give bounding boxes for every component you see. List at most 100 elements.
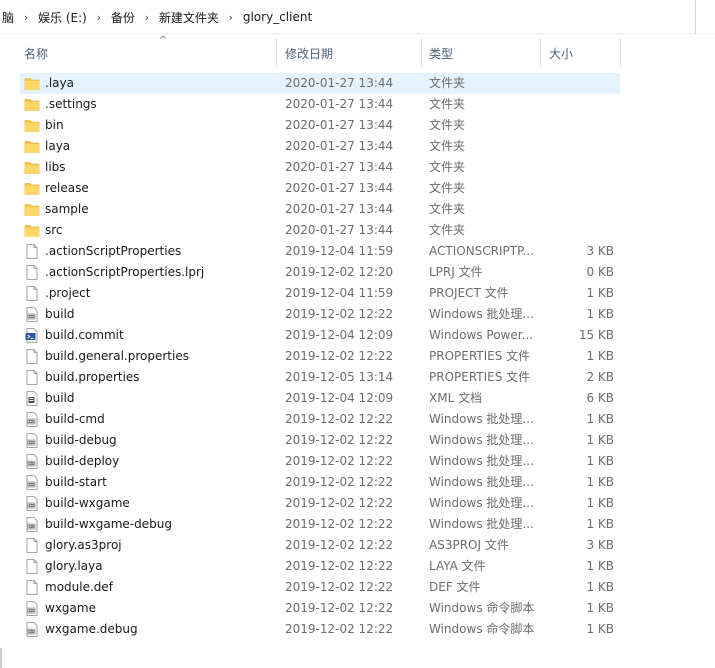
file-name: build.commit <box>45 328 124 342</box>
folder-icon <box>24 138 40 155</box>
file-row[interactable]: .project 2019-12-04 11:59 PROJECT 文件 1 KB <box>20 283 620 304</box>
file-row[interactable]: bin 2020-01-27 13:44 文件夹 <box>20 115 620 136</box>
file-row[interactable]: build 2019-12-02 12:22 Windows 批处理... 1 KB <box>20 304 620 325</box>
file-type: Windows 批处理... <box>429 412 534 426</box>
file-size: 3 KB <box>586 538 614 552</box>
file-row[interactable]: .settings 2020-01-27 13:44 文件夹 <box>20 94 620 115</box>
file-modified-date: 2019-12-02 12:22 <box>285 475 394 489</box>
file-row[interactable]: build.properties 2019-12-05 13:14 PROPERTI… <box>20 367 620 388</box>
file-type: 文件夹 <box>429 97 466 111</box>
file-row[interactable]: build-wxgame-debug 2019-12-02 12:22 Window… <box>20 514 620 535</box>
file-name: build-wxgame <box>45 496 130 510</box>
file-size: 1 KB <box>586 454 614 468</box>
file-row[interactable]: sample 2020-01-27 13:44 文件夹 <box>20 199 620 220</box>
file-row[interactable]: build.commit 2019-12-04 12:09 Windows Powe… <box>20 325 620 346</box>
breadcrumb-separator-icon[interactable]: › <box>89 11 109 24</box>
file-size: 1 KB <box>586 412 614 426</box>
batch-file-icon <box>24 474 40 491</box>
breadcrumb-item[interactable]: glory_client <box>241 10 314 24</box>
batch-file-icon <box>24 495 40 512</box>
file-row[interactable]: wxgame 2019-12-02 12:22 Windows 命令脚本 1 KB <box>20 598 620 619</box>
file-row[interactable]: build-deploy 2019-12-02 12:22 Windows 批处理.… <box>20 451 620 472</box>
file-row[interactable]: src 2020-01-27 13:44 文件夹 <box>20 220 620 241</box>
file-name: .laya <box>45 76 74 90</box>
file-modified-date: 2019-12-02 12:22 <box>285 538 394 552</box>
breadcrumb-item[interactable]: 娱乐 (E:) <box>36 9 89 26</box>
xml-file-icon <box>24 390 40 407</box>
file-type: PROJECT 文件 <box>429 286 509 300</box>
file-size <box>543 73 614 94</box>
file-row[interactable]: build.general.properties 2019-12-02 12:22… <box>20 346 620 367</box>
breadcrumb-item[interactable]: 脑 <box>0 9 16 26</box>
column-header-type[interactable]: 类型 <box>423 38 541 68</box>
batch-file-icon <box>24 432 40 449</box>
breadcrumb-separator-icon[interactable]: › <box>16 11 36 24</box>
file-size: 0 KB <box>586 265 614 279</box>
column-header-size[interactable]: 大小 <box>543 38 621 68</box>
file-name: glory.as3proj <box>45 538 122 552</box>
file-size: 1 KB <box>586 307 614 321</box>
file-row[interactable]: release 2020-01-27 13:44 文件夹 <box>20 178 620 199</box>
file-modified-date: 2019-12-05 13:14 <box>285 370 394 384</box>
column-header-name[interactable]: ^ 名称 <box>18 36 277 68</box>
file-type: PROPERTIES 文件 <box>429 349 531 363</box>
powershell-file-icon <box>24 327 40 344</box>
folder-icon <box>24 75 40 92</box>
file-type: 文件夹 <box>429 202 466 216</box>
file-name: build.properties <box>45 370 140 384</box>
file-row[interactable]: glory.laya 2019-12-02 12:22 LAYA 文件 1 KB <box>20 556 620 577</box>
file-size: 2 KB <box>586 370 614 384</box>
file-icon <box>24 243 40 260</box>
file-row[interactable]: build-start 2019-12-02 12:22 Windows 批处理..… <box>20 472 620 493</box>
breadcrumb-separator-icon[interactable]: › <box>137 11 157 24</box>
file-row[interactable]: laya 2020-01-27 13:44 文件夹 <box>20 136 620 157</box>
file-size <box>543 94 614 115</box>
file-modified-date: 2019-12-02 12:22 <box>285 517 394 531</box>
address-bar[interactable]: 脑 › 娱乐 (E:) › 备份 › 新建文件夹 › glory_client <box>0 0 715 34</box>
file-size: 6 KB <box>586 391 614 405</box>
breadcrumb-item[interactable]: 备份 <box>109 9 137 26</box>
file-row[interactable]: wxgame.debug 2019-12-02 12:22 Windows 命令脚本… <box>20 619 620 640</box>
file-row[interactable]: .actionScriptProperties.lprj 2019-12-02 1… <box>20 262 620 283</box>
file-icon <box>24 558 40 575</box>
file-row[interactable]: libs 2020-01-27 13:44 文件夹 <box>20 157 620 178</box>
file-modified-date: 2020-01-27 13:44 <box>285 181 394 195</box>
file-modified-date: 2019-12-02 12:22 <box>285 349 394 363</box>
file-modified-date: 2020-01-27 13:44 <box>285 76 394 90</box>
file-row[interactable]: .actionScriptProperties 2019-12-04 11:59 A… <box>20 241 620 262</box>
file-modified-date: 2020-01-27 13:44 <box>285 97 394 111</box>
file-size <box>543 178 614 199</box>
file-row[interactable]: build-wxgame 2019-12-02 12:22 Windows 批处理.… <box>20 493 620 514</box>
file-modified-date: 2020-01-27 13:44 <box>285 160 394 174</box>
file-row[interactable]: module.def 2019-12-02 12:22 DEF 文件 1 KB <box>20 577 620 598</box>
file-type: XML 文档 <box>429 391 483 405</box>
file-row[interactable]: build-debug 2019-12-02 12:22 Windows 批处理..… <box>20 430 620 451</box>
column-header-date[interactable]: 修改日期 <box>279 38 422 68</box>
file-name: .actionScriptProperties.lprj <box>45 265 205 279</box>
file-size: 1 KB <box>586 580 614 594</box>
file-row[interactable]: build-cmd 2019-12-02 12:22 Windows 批处理... 1… <box>20 409 620 430</box>
breadcrumb-separator-icon[interactable]: › <box>221 11 241 24</box>
batch-file-icon <box>24 453 40 470</box>
file-name: build <box>45 391 75 405</box>
breadcrumb-item[interactable]: 新建文件夹 <box>157 9 221 26</box>
file-modified-date: 2019-12-04 12:09 <box>285 328 394 342</box>
file-name: build-debug <box>45 433 117 447</box>
file-type: 文件夹 <box>429 118 466 132</box>
file-size: 1 KB <box>586 475 614 489</box>
file-row[interactable]: build 2019-12-04 12:09 XML 文档 6 KB <box>20 388 620 409</box>
file-name: build-deploy <box>45 454 120 468</box>
file-row[interactable]: .laya 2020-01-27 13:44 文件夹 <box>20 73 620 94</box>
file-size: 1 KB <box>586 517 614 531</box>
file-size: 1 KB <box>586 559 614 573</box>
file-modified-date: 2019-12-02 12:22 <box>285 454 394 468</box>
file-modified-date: 2019-12-02 12:22 <box>285 622 394 636</box>
file-type: 文件夹 <box>429 223 466 237</box>
breadcrumb: 脑 › 娱乐 (E:) › 备份 › 新建文件夹 › glory_client <box>0 8 314 26</box>
file-modified-date: 2019-12-02 12:22 <box>285 307 394 321</box>
file-type: Windows 批处理... <box>429 496 534 510</box>
file-name: libs <box>45 160 66 174</box>
file-row[interactable]: glory.as3proj 2019-12-02 12:22 AS3PROJ 文件 3… <box>20 535 620 556</box>
batch-file-icon <box>24 516 40 533</box>
file-size: 1 KB <box>586 622 614 636</box>
